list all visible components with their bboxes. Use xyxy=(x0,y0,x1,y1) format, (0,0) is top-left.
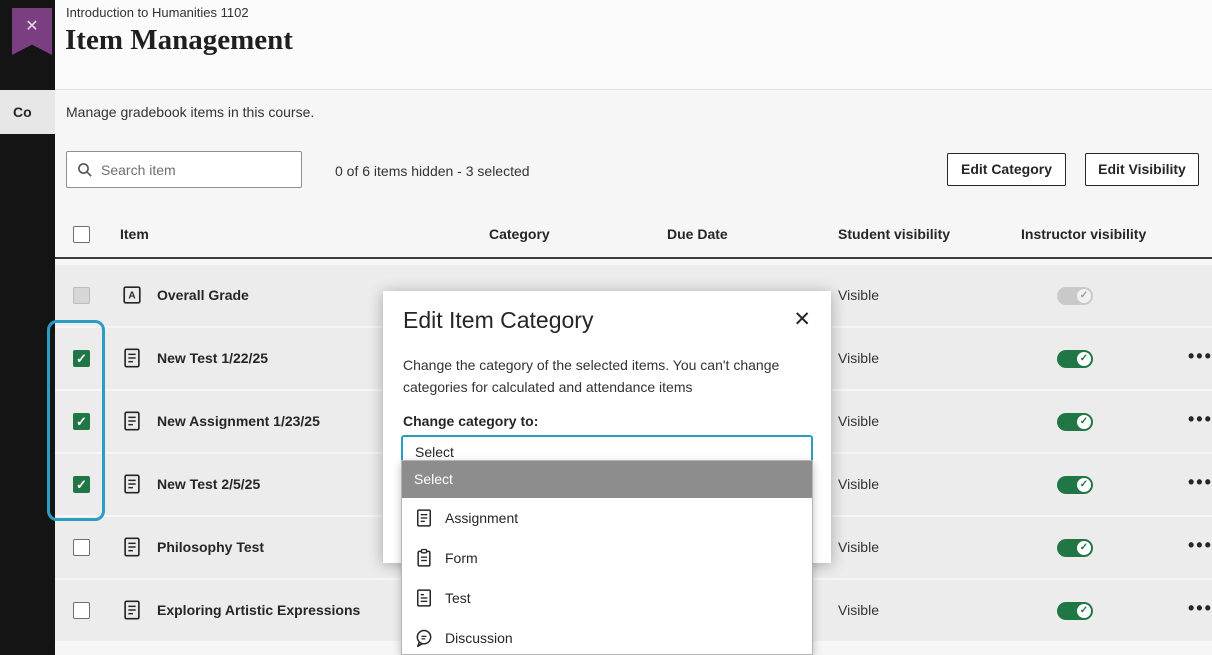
left-rail: Co xyxy=(0,0,55,655)
toggle-check-icon: ✓ xyxy=(1077,289,1091,303)
option-test[interactable]: Test xyxy=(402,578,812,618)
select-all-checkbox[interactable] xyxy=(73,226,90,243)
page-title: Item Management xyxy=(65,24,293,57)
row-checkbox[interactable] xyxy=(73,602,90,619)
column-student-visibility: Student visibility xyxy=(838,226,950,242)
item-name[interactable]: Philosophy Test xyxy=(157,539,264,555)
toggle-check-icon: ✓ xyxy=(1077,604,1091,618)
visibility-toggle[interactable]: ✓ xyxy=(1057,476,1093,494)
item-name[interactable]: Overall Grade xyxy=(157,287,249,303)
form-icon xyxy=(414,548,434,568)
row-menu-button[interactable]: ••• xyxy=(1188,346,1212,367)
row-checkbox[interactable] xyxy=(73,350,90,367)
student-visibility-value: Visible xyxy=(838,350,879,366)
item-name[interactable]: New Assignment 1/23/25 xyxy=(157,413,320,429)
toggle-check-icon: ✓ xyxy=(1077,478,1091,492)
student-visibility-value: Visible xyxy=(838,602,879,618)
column-item: Item xyxy=(120,226,149,242)
toggle-check-icon: ✓ xyxy=(1077,352,1091,366)
page-subtitle: Manage gradebook items in this course. xyxy=(66,104,314,120)
toggle-check-icon: ✓ xyxy=(1077,415,1091,429)
option-select[interactable]: Select xyxy=(402,461,812,498)
modal-title: Edit Item Category xyxy=(403,307,593,334)
column-category: Category xyxy=(489,226,550,242)
visibility-toggle[interactable]: ✓ xyxy=(1057,602,1093,620)
toggle-check-icon: ✓ xyxy=(1077,541,1091,555)
option-label: Test xyxy=(445,590,471,606)
column-due-date: Due Date xyxy=(667,226,728,242)
option-label: Form xyxy=(445,550,478,566)
student-visibility-value: Visible xyxy=(838,476,879,492)
discussion-icon xyxy=(414,628,434,648)
visibility-toggle[interactable]: ✓ xyxy=(1057,539,1093,557)
course-title: Introduction to Humanities 1102 xyxy=(66,5,249,20)
row-menu-button[interactable]: ••• xyxy=(1188,535,1212,556)
row-checkbox[interactable] xyxy=(73,539,90,556)
document-icon xyxy=(121,347,143,374)
row-menu-button[interactable]: ••• xyxy=(1188,598,1212,619)
visibility-toggle[interactable]: ✓ xyxy=(1057,413,1093,431)
option-discussion[interactable]: Discussion xyxy=(402,618,812,655)
row-checkbox[interactable] xyxy=(73,287,90,304)
row-checkbox[interactable] xyxy=(73,413,90,430)
row-menu-button[interactable]: ••• xyxy=(1188,409,1212,430)
document-icon xyxy=(121,410,143,437)
items-status-text: 0 of 6 items hidden - 3 selected xyxy=(335,163,530,179)
student-visibility-value: Visible xyxy=(838,413,879,429)
row-menu-button[interactable]: ••• xyxy=(1188,472,1212,493)
item-name[interactable]: Exploring Artistic Expressions xyxy=(157,602,360,618)
search-icon xyxy=(77,162,93,178)
document-icon xyxy=(121,599,143,626)
visibility-toggle[interactable]: ✓ xyxy=(1057,350,1093,368)
visibility-toggle[interactable]: ✓ xyxy=(1057,287,1093,305)
column-instructor-visibility: Instructor visibility xyxy=(1021,226,1146,242)
option-assignment[interactable]: Assignment xyxy=(402,498,812,538)
page-header: Introduction to Humanities 1102 Item Man… xyxy=(55,0,1212,90)
item-name[interactable]: New Test 2/5/25 xyxy=(157,476,260,492)
overall-grade-icon: A xyxy=(121,284,143,311)
edit-category-button[interactable]: Edit Category xyxy=(947,153,1066,186)
assignment-icon xyxy=(414,508,434,528)
modal-close-icon[interactable]: ✕ xyxy=(793,307,811,332)
student-visibility-value: Visible xyxy=(838,539,879,555)
item-name[interactable]: New Test 1/22/25 xyxy=(157,350,268,366)
svg-text:A: A xyxy=(128,291,136,302)
document-icon xyxy=(121,536,143,563)
search-input[interactable] xyxy=(101,162,291,178)
edit-visibility-button[interactable]: Edit Visibility xyxy=(1085,153,1199,186)
category-dropdown: Select Assignment Form Test Discussion xyxy=(401,460,813,655)
test-icon xyxy=(414,588,434,608)
modal-body-text: Change the category of the selected item… xyxy=(403,355,821,398)
close-icon: ✕ xyxy=(12,16,52,36)
table-header: Item Category Due Date Student visibilit… xyxy=(55,215,1212,259)
row-checkbox[interactable] xyxy=(73,476,90,493)
document-icon xyxy=(121,473,143,500)
option-label: Discussion xyxy=(445,630,513,646)
option-form[interactable]: Form xyxy=(402,538,812,578)
search-box[interactable] xyxy=(66,151,302,188)
category-field-label: Change category to: xyxy=(403,413,538,429)
option-label: Assignment xyxy=(445,510,518,526)
student-visibility-value: Visible xyxy=(838,287,879,303)
collapsed-panel-label: Co xyxy=(0,90,55,134)
